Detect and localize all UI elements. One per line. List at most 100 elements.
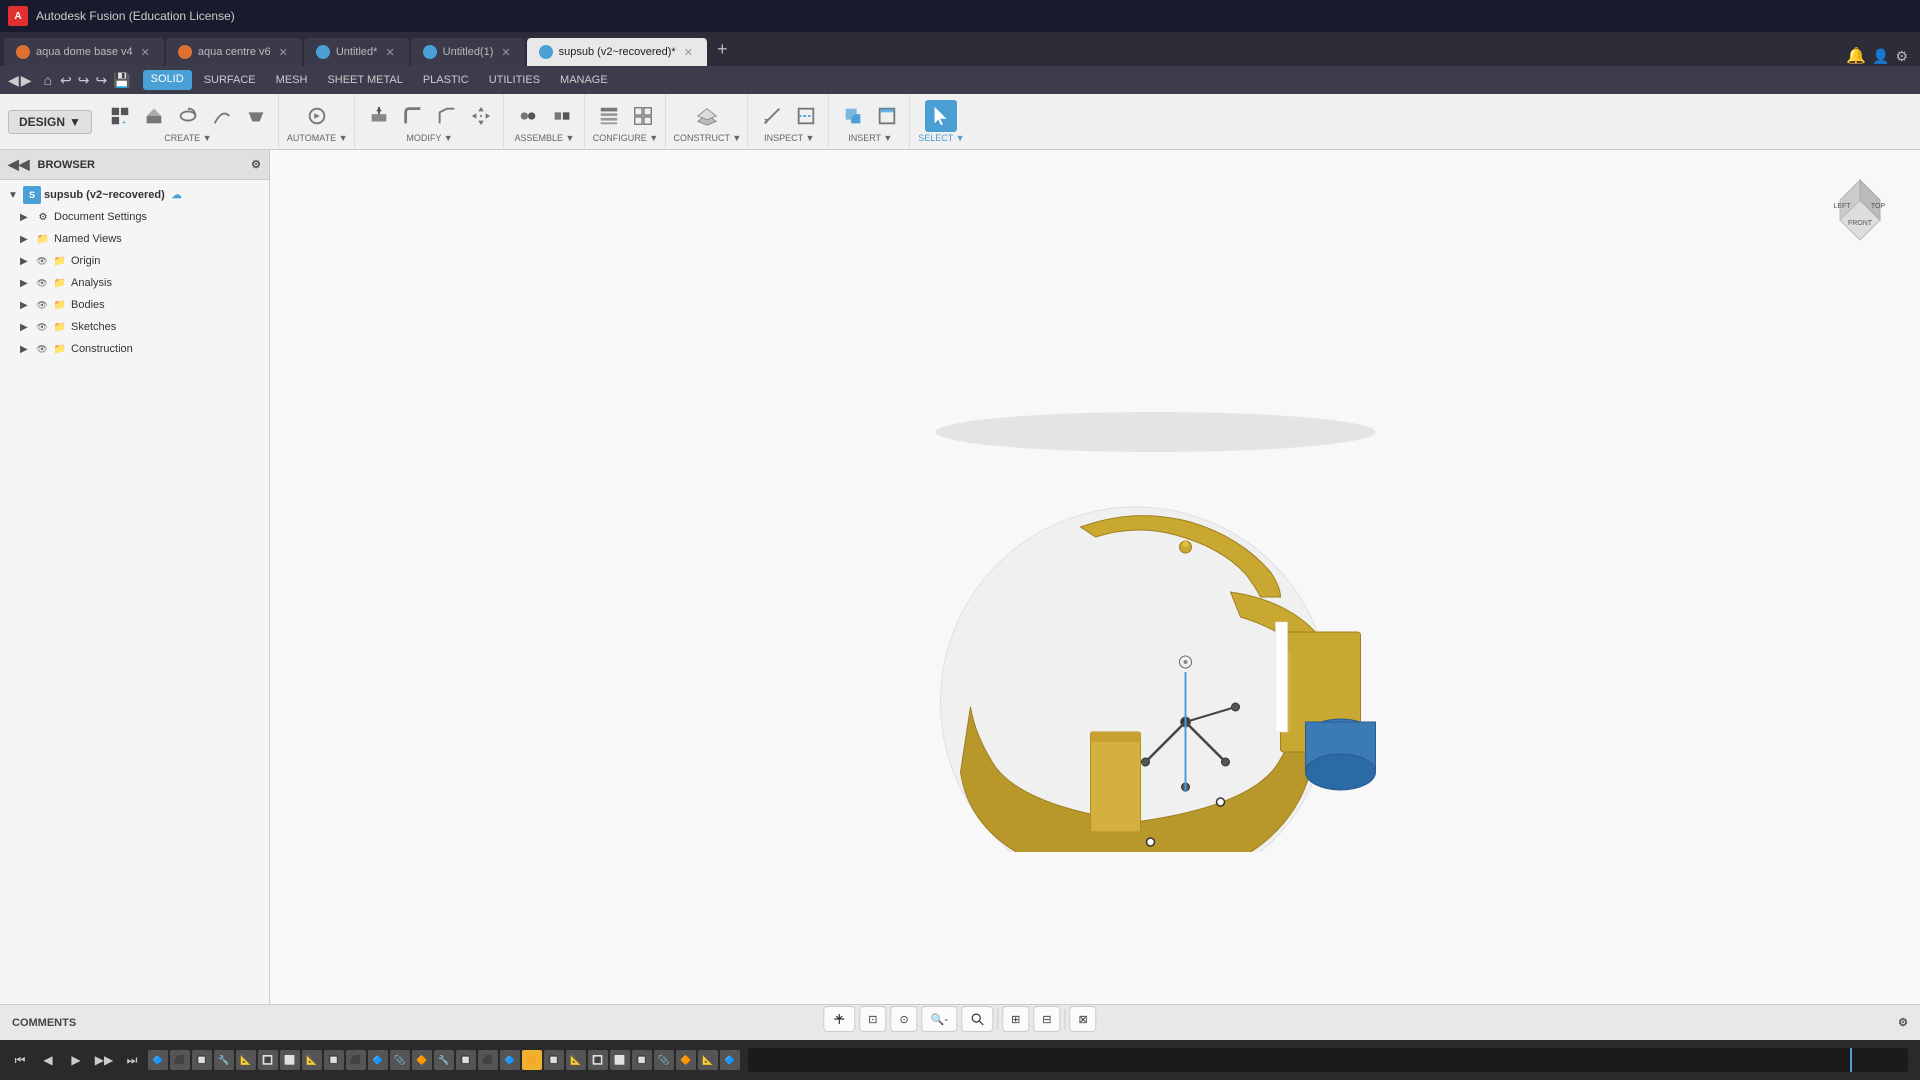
tl-op-20[interactable]: 📐 <box>566 1050 586 1070</box>
tl-op-3[interactable]: 🔲 <box>192 1050 212 1070</box>
tab-close-4[interactable]: ✕ <box>499 46 512 59</box>
tl-op-19[interactable]: 🔲 <box>544 1050 564 1070</box>
tl-op-16[interactable]: ⬛ <box>478 1050 498 1070</box>
nav-forward-button[interactable]: ▶ <box>21 72 32 89</box>
insert-button[interactable] <box>871 100 903 132</box>
tl-op-5[interactable]: 📐 <box>236 1050 256 1070</box>
new-component-button[interactable]: + <box>104 100 136 132</box>
analysis-eye-icon[interactable]: 👁 <box>35 276 49 290</box>
tl-op-23[interactable]: 🔲 <box>632 1050 652 1070</box>
tl-op-1[interactable]: 🔷 <box>148 1050 168 1070</box>
tab-aqua-centre[interactable]: aqua centre v6 ✕ <box>166 38 302 66</box>
menu-mesh[interactable]: MESH <box>268 71 316 89</box>
insert-mcad-button[interactable] <box>837 100 869 132</box>
vc-settings-button[interactable]: ⊠ <box>1070 1006 1097 1032</box>
menu-plastic[interactable]: PLASTIC <box>415 71 477 89</box>
tl-op-2[interactable]: ⬛ <box>170 1050 190 1070</box>
tab-supsub[interactable]: supsub (v2~recovered)* ✕ <box>527 38 707 66</box>
nav-back-button[interactable]: ◀ <box>8 72 19 89</box>
menu-manage[interactable]: MANAGE <box>552 71 616 89</box>
grid-button[interactable] <box>627 100 659 132</box>
sketches-eye-icon[interactable]: 👁 <box>35 320 49 334</box>
home-icon[interactable]: ⌂ <box>44 72 52 88</box>
sweep-button[interactable] <box>206 100 238 132</box>
tl-op-27[interactable]: 🔷 <box>720 1050 740 1070</box>
viewport[interactable]: FRONT LEFT TOP <box>270 150 1920 1004</box>
bodies-eye-icon[interactable]: 👁 <box>35 298 49 312</box>
vc-display-button[interactable]: ⊞ <box>1002 1006 1029 1032</box>
vc-grid-button[interactable] <box>823 1006 855 1032</box>
tl-op-25[interactable]: 🔶 <box>676 1050 696 1070</box>
redo2-button[interactable]: ↪ <box>96 72 108 89</box>
origin-eye-icon[interactable]: 👁 <box>35 254 49 268</box>
automate-button[interactable] <box>301 100 333 132</box>
tl-op-14[interactable]: 🔧 <box>434 1050 454 1070</box>
tl-op-12[interactable]: 📎 <box>390 1050 410 1070</box>
tl-op-15[interactable]: 🔲 <box>456 1050 476 1070</box>
vc-orbit-button[interactable]: ⊙ <box>890 1006 917 1032</box>
tl-op-11[interactable]: 🔷 <box>368 1050 388 1070</box>
tl-op-10[interactable]: ⬛ <box>346 1050 366 1070</box>
tab-close-1[interactable]: ✕ <box>139 46 152 59</box>
tl-op-26[interactable]: 📐 <box>698 1050 718 1070</box>
tl-op-8[interactable]: 📐 <box>302 1050 322 1070</box>
comments-settings-icon[interactable]: ⚙ <box>1898 1016 1908 1029</box>
move-button[interactable] <box>465 100 497 132</box>
design-button[interactable]: DESIGN ▼ <box>8 110 92 134</box>
add-tab-button[interactable]: + <box>709 39 736 60</box>
browser-toggle-button[interactable]: ◀◀ <box>8 156 30 173</box>
section-analysis-button[interactable] <box>790 100 822 132</box>
vc-home-button[interactable]: ⊡ <box>859 1006 886 1032</box>
tl-op-24[interactable]: 📎 <box>654 1050 674 1070</box>
browser-settings-icon[interactable]: ⚙ <box>251 158 261 171</box>
menu-sheet-metal[interactable]: SHEET METAL <box>319 71 410 89</box>
tree-bodies[interactable]: 👁 📁 Bodies <box>0 294 269 316</box>
settings-icon[interactable]: ⚙ <box>1895 48 1908 65</box>
tl-op-21[interactable]: 🔳 <box>588 1050 608 1070</box>
press-pull-button[interactable] <box>363 100 395 132</box>
menu-solid[interactable]: SOLID <box>143 70 192 90</box>
extrude-button[interactable] <box>138 100 170 132</box>
construction-eye-icon[interactable]: 👁 <box>35 342 49 356</box>
tl-op-13[interactable]: 🔶 <box>412 1050 432 1070</box>
tree-document-settings[interactable]: ⚙ Document Settings <box>0 206 269 228</box>
tree-construction[interactable]: 👁 📁 Construction <box>0 338 269 360</box>
undo-button[interactable]: ↩ <box>60 72 72 89</box>
account-icon[interactable]: 👤 <box>1872 48 1889 65</box>
cloud-icon[interactable]: ☁ <box>172 190 182 201</box>
vc-zoom-in-button[interactable] <box>961 1006 993 1032</box>
tab-close-2[interactable]: ✕ <box>277 46 290 59</box>
joint-button[interactable] <box>512 100 544 132</box>
tree-origin[interactable]: 👁 📁 Origin <box>0 250 269 272</box>
tl-op-active[interactable]: 🔆 <box>522 1050 542 1070</box>
tree-analysis[interactable]: 👁 📁 Analysis <box>0 272 269 294</box>
tree-sketches[interactable]: 👁 📁 Sketches <box>0 316 269 338</box>
notifications-icon[interactable]: 🔔 <box>1846 46 1866 66</box>
tree-named-views[interactable]: 📁 Named Views <box>0 228 269 250</box>
vc-grid-display-button[interactable]: ⊟ <box>1033 1006 1060 1032</box>
tl-op-17[interactable]: 🔷 <box>500 1050 520 1070</box>
revolve-button[interactable] <box>172 100 204 132</box>
fillet-button[interactable] <box>397 100 429 132</box>
tl-op-9[interactable]: 🔲 <box>324 1050 344 1070</box>
tl-op-6[interactable]: 🔳 <box>258 1050 278 1070</box>
select-button[interactable] <box>925 100 957 132</box>
save-button[interactable]: 💾 <box>113 72 130 89</box>
navigation-cube[interactable]: FRONT LEFT TOP <box>1820 170 1900 250</box>
rigid-group-button[interactable] <box>546 100 578 132</box>
offset-plane-button[interactable] <box>691 100 723 132</box>
menu-surface[interactable]: SURFACE <box>196 71 264 89</box>
chamfer-button[interactable] <box>431 100 463 132</box>
tl-op-22[interactable]: ⬜ <box>610 1050 630 1070</box>
tab-untitled-1[interactable]: Untitled(1) ✕ <box>411 38 525 66</box>
loft-button[interactable] <box>240 100 272 132</box>
play-last-button[interactable]: ⏭ <box>120 1048 144 1072</box>
tl-op-7[interactable]: ⬜ <box>280 1050 300 1070</box>
play-first-button[interactable]: ⏮ <box>8 1048 32 1072</box>
tab-close-3[interactable]: ✕ <box>383 46 396 59</box>
play-button[interactable]: ▶ <box>64 1048 88 1072</box>
timeline-track[interactable] <box>748 1048 1908 1072</box>
tab-close-5[interactable]: ✕ <box>682 46 695 59</box>
tab-untitled[interactable]: Untitled* ✕ <box>304 38 409 66</box>
redo-button[interactable]: ↪ <box>78 72 90 89</box>
